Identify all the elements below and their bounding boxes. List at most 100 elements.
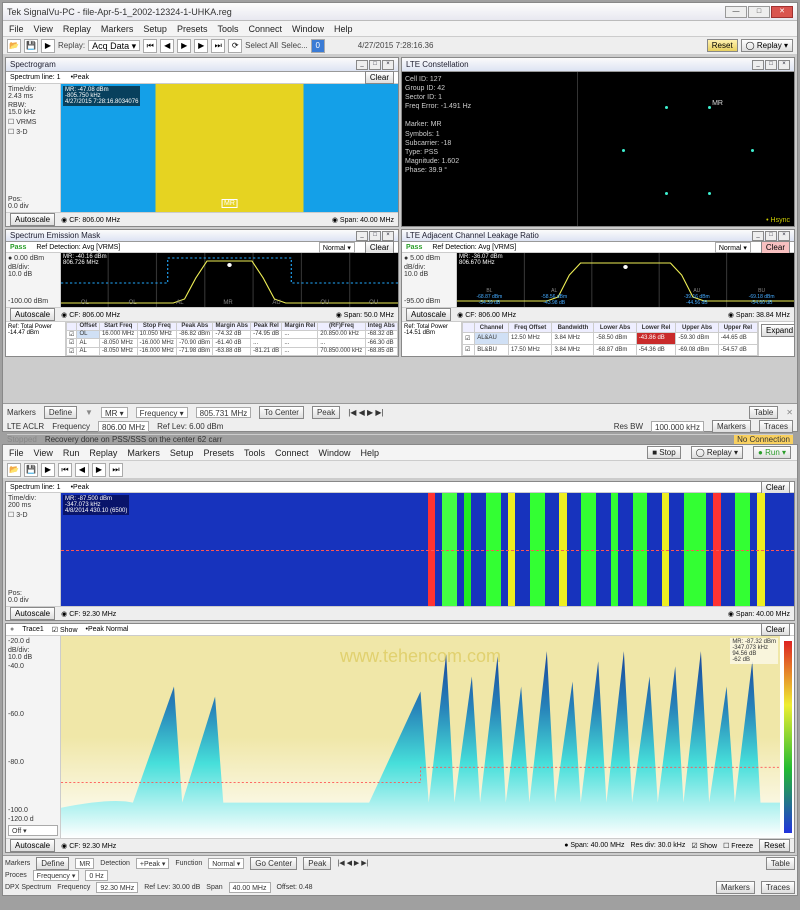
- sem-plot[interactable]: MR: -40.16 dBm 806.726 MHz OLOLALMRAUOUO…: [61, 253, 398, 307]
- menu-item[interactable]: Tools: [217, 24, 238, 34]
- panel-min-icon[interactable]: _: [752, 231, 764, 241]
- menu-item[interactable]: Window: [319, 448, 351, 458]
- table-button[interactable]: Table: [766, 857, 795, 870]
- table-row[interactable]: ☑AL-8.050 MHz-16.000 MHz-71.98 dBm-63.88…: [67, 347, 398, 355]
- markers-button[interactable]: Markers: [716, 881, 755, 894]
- menu-item[interactable]: Replay: [89, 448, 117, 458]
- peak-button[interactable]: Peak: [303, 857, 331, 870]
- normal-select[interactable]: Normal ▾: [715, 242, 751, 253]
- menu-item[interactable]: Connect: [248, 24, 282, 34]
- save-icon[interactable]: 💾: [24, 39, 38, 53]
- menu-item[interactable]: Replay: [63, 24, 91, 34]
- spectrogram-plot[interactable]: MR: -47.08 dBm -805.750 kHz 4/27/2015 7:…: [61, 84, 398, 212]
- icon[interactable]: ⏭: [109, 463, 123, 477]
- icon[interactable]: ⏮: [58, 463, 72, 477]
- define-button[interactable]: Define: [36, 857, 69, 870]
- select-all-label[interactable]: Select All: [245, 41, 278, 50]
- step-fwd-icon[interactable]: ▶: [194, 39, 208, 53]
- marker-mr[interactable]: MR: [221, 199, 238, 208]
- define-button[interactable]: Define: [44, 406, 77, 419]
- table-row[interactable]: ☑BL&BU17.50 MHz3.84 MHz-68.87 dBm-54.36 …: [463, 344, 758, 355]
- mr-select[interactable]: MR ▾: [101, 407, 128, 418]
- table-row[interactable]: ☑AL-8.050 MHz-16.000 MHz-70.90 dBm-61.40…: [67, 339, 398, 347]
- traces-button[interactable]: Traces: [759, 420, 793, 433]
- freq-value3[interactable]: 0 Hz: [85, 870, 107, 881]
- menu-item[interactable]: Markers: [101, 24, 134, 34]
- menu-item[interactable]: Markers: [127, 448, 160, 458]
- constellation-plot[interactable]: MR • Hsync: [578, 72, 794, 226]
- prev-icon[interactable]: ⏮: [143, 39, 157, 53]
- gocenter-button[interactable]: Go Center: [250, 857, 297, 870]
- table-row[interactable]: ☑AL&AU12.50 MHz3.84 MHz-58.50 dBm-43.86 …: [463, 333, 758, 344]
- 3d-check[interactable]: ☐ 3-D: [8, 511, 58, 519]
- frequency-select[interactable]: Frequency ▾: [136, 407, 188, 418]
- table-button[interactable]: Table: [749, 406, 778, 419]
- freq-value[interactable]: 92.30 MHz: [96, 882, 138, 893]
- panel-close-icon[interactable]: ×: [778, 231, 790, 241]
- menu-item[interactable]: Tools: [244, 448, 265, 458]
- mr-select[interactable]: MR: [75, 858, 94, 869]
- save-icon[interactable]: 💾: [24, 463, 38, 477]
- close-button[interactable]: ✕: [771, 6, 793, 18]
- icon[interactable]: ▶: [41, 463, 55, 477]
- menu-item[interactable]: View: [34, 448, 53, 458]
- vrms-check[interactable]: ☐ VRMS: [8, 118, 58, 126]
- freq-select2[interactable]: Frequency ▾: [33, 870, 80, 881]
- panel-close-icon[interactable]: ×: [382, 231, 394, 241]
- autoscale-button[interactable]: Autoscale: [10, 213, 55, 226]
- panel-close-icon[interactable]: ×: [382, 60, 394, 70]
- clear-button[interactable]: Clear: [761, 623, 790, 636]
- menu-item[interactable]: File: [9, 448, 24, 458]
- menu-item[interactable]: Setup: [143, 24, 167, 34]
- panel-max-icon[interactable]: □: [369, 60, 381, 70]
- autoscale-button[interactable]: Autoscale: [10, 308, 55, 321]
- aclr-table[interactable]: ChannelFreq OffsetBandwidthLower AbsLowe…: [462, 322, 758, 356]
- normal-select[interactable]: Normal ▾: [319, 242, 355, 253]
- panel-min-icon[interactable]: _: [752, 60, 764, 70]
- table-row[interactable]: ☑OL16.000 MHz10.050 MHz-86.82 dBm-74.32 …: [67, 330, 398, 338]
- select-label[interactable]: Selec...: [281, 41, 308, 50]
- function-select[interactable]: Normal ▾: [208, 858, 244, 869]
- play-icon[interactable]: ▶: [41, 39, 55, 53]
- stop-button[interactable]: ■ Stop: [647, 446, 681, 459]
- replay-dropdown[interactable]: ◯ Replay ▾: [741, 39, 793, 52]
- panel-min-icon[interactable]: _: [356, 231, 368, 241]
- next-icon[interactable]: ⏭: [211, 39, 225, 53]
- expand-button[interactable]: Expand: [761, 324, 794, 337]
- open-icon[interactable]: 📂: [7, 39, 21, 53]
- menu-item[interactable]: Run: [63, 448, 80, 458]
- to-center-button[interactable]: To Center: [259, 406, 304, 419]
- titlebar[interactable]: Tek SignalVu-PC - file-Apr-5-1_2002-1232…: [3, 3, 797, 21]
- clear-button[interactable]: Clear: [365, 241, 394, 254]
- spectrogram-plot2[interactable]: MR: -87.500 dBm -347.073 kHz 4/8/2014 43…: [61, 493, 794, 606]
- menu-item[interactable]: Window: [292, 24, 324, 34]
- autoscale-button[interactable]: Autoscale: [10, 839, 55, 852]
- menu-item[interactable]: View: [34, 24, 53, 34]
- traces-button[interactable]: Traces: [761, 881, 795, 894]
- span-value[interactable]: 40.00 MHz: [229, 882, 271, 893]
- panel-close-icon[interactable]: ×: [778, 60, 790, 70]
- peak-button[interactable]: Peak: [312, 406, 340, 419]
- clear-button[interactable]: Clear: [761, 481, 790, 494]
- off-select[interactable]: Off ▾: [8, 825, 58, 836]
- loop-icon[interactable]: ⟳: [228, 39, 242, 53]
- menu-item[interactable]: Help: [334, 24, 353, 34]
- menu-item[interactable]: Presets: [177, 24, 208, 34]
- menu-item[interactable]: Help: [361, 448, 380, 458]
- reset-button[interactable]: Reset: [707, 39, 738, 52]
- open-icon[interactable]: 📂: [7, 463, 21, 477]
- aclr-plot[interactable]: MR: -36.07 dBm 806.670 MHz BL-68.87 dBm-…: [457, 253, 794, 307]
- panel-max-icon[interactable]: □: [369, 231, 381, 241]
- freq-value2[interactable]: 806.00 MHz: [98, 421, 149, 432]
- show-check2[interactable]: ☑ Show: [691, 842, 717, 850]
- clear-button[interactable]: Clear: [365, 71, 394, 84]
- panel-min-icon[interactable]: _: [356, 60, 368, 70]
- acq-select[interactable]: Acq Data ▾: [88, 40, 140, 51]
- dpx-plot[interactable]: www.tehencom.com MR: -87.32 dBm -347.073…: [61, 636, 780, 838]
- panel-max-icon[interactable]: □: [765, 60, 777, 70]
- menu-item[interactable]: File: [9, 24, 24, 34]
- 3d-check[interactable]: ☐ 3-D: [8, 128, 58, 136]
- icon[interactable]: ◀: [75, 463, 89, 477]
- menu-item[interactable]: Setup: [170, 448, 194, 458]
- max-button[interactable]: □: [748, 6, 770, 18]
